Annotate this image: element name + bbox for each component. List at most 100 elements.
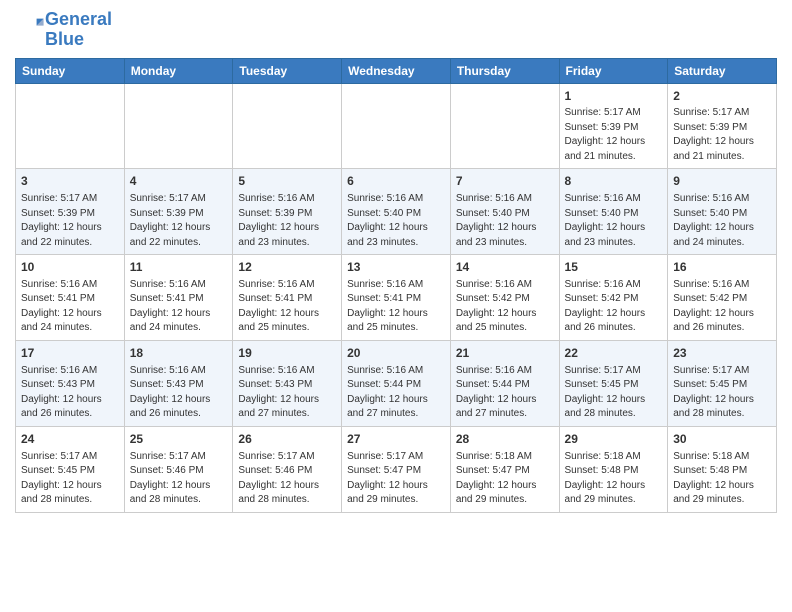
calendar-cell: 1Sunrise: 5:17 AM Sunset: 5:39 PM Daylig… [559, 83, 668, 169]
calendar-cell: 12 Sunrise: 5:16 AM Sunset: 5:41 PM Dayli… [233, 255, 342, 341]
calendar-cell [450, 83, 559, 169]
day-number: 3 [21, 173, 119, 190]
day-number: 27 [347, 431, 445, 448]
day-number: 22 [565, 345, 663, 362]
day-number: 10 [21, 259, 119, 276]
day-info: Sunrise: 5:17 AM Sunset: 5:45 PM Dayligh… [673, 364, 771, 422]
calendar-cell [233, 83, 342, 169]
calendar-cell: 24 Sunrise: 5:17 AM Sunset: 5:45 PM Dayli… [16, 426, 125, 512]
day-number: 14 [456, 259, 554, 276]
day-number: 9 [673, 173, 771, 190]
calendar-cell: 2Sunrise: 5:17 AM Sunset: 5:39 PM Daylig… [668, 83, 777, 169]
day-number: 13 [347, 259, 445, 276]
day-info: Sunrise: 5:16 AM Sunset: 5:40 PM Dayligh… [347, 192, 445, 250]
calendar-cell: 9Sunrise: 5:16 AM Sunset: 5:40 PM Daylig… [668, 169, 777, 255]
day-info: Sunrise: 5:16 AM Sunset: 5:41 PM Dayligh… [238, 278, 336, 336]
calendar-cell: 29 Sunrise: 5:18 AM Sunset: 5:48 PM Dayli… [559, 426, 668, 512]
day-info: Sunrise: 5:16 AM Sunset: 5:41 PM Dayligh… [130, 278, 228, 336]
day-info: Sunrise: 5:17 AM Sunset: 5:39 PM Dayligh… [130, 192, 228, 250]
calendar-cell: 17 Sunrise: 5:16 AM Sunset: 5:43 PM Dayli… [16, 340, 125, 426]
weekday-header-sunday: Sunday [16, 58, 125, 83]
day-info: Sunrise: 5:18 AM Sunset: 5:48 PM Dayligh… [673, 450, 771, 508]
day-number: 20 [347, 345, 445, 362]
weekday-header-thursday: Thursday [450, 58, 559, 83]
day-info: Sunrise: 5:16 AM Sunset: 5:41 PM Dayligh… [347, 278, 445, 336]
logo-text: General Blue [45, 10, 112, 50]
day-info: Sunrise: 5:18 AM Sunset: 5:48 PM Dayligh… [565, 450, 663, 508]
calendar-cell: 22 Sunrise: 5:17 AM Sunset: 5:45 PM Dayli… [559, 340, 668, 426]
calendar-cell: 3 Sunrise: 5:17 AM Sunset: 5:39 PM Daylig… [16, 169, 125, 255]
calendar-cell: 7Sunrise: 5:16 AM Sunset: 5:40 PM Daylig… [450, 169, 559, 255]
weekday-header-monday: Monday [124, 58, 233, 83]
calendar-cell: 30 Sunrise: 5:18 AM Sunset: 5:48 PM Dayli… [668, 426, 777, 512]
day-info: Sunrise: 5:16 AM Sunset: 5:39 PM Dayligh… [238, 192, 336, 250]
day-number: 4 [130, 173, 228, 190]
calendar-cell: 15 Sunrise: 5:16 AM Sunset: 5:42 PM Dayli… [559, 255, 668, 341]
calendar-cell: 5Sunrise: 5:16 AM Sunset: 5:39 PM Daylig… [233, 169, 342, 255]
day-number: 19 [238, 345, 336, 362]
day-number: 30 [673, 431, 771, 448]
day-number: 11 [130, 259, 228, 276]
calendar-cell: 14 Sunrise: 5:16 AM Sunset: 5:42 PM Dayli… [450, 255, 559, 341]
calendar-header: SundayMondayTuesdayWednesdayThursdayFrid… [16, 58, 777, 83]
day-info: Sunrise: 5:17 AM Sunset: 5:46 PM Dayligh… [130, 450, 228, 508]
calendar-week-4: 24 Sunrise: 5:17 AM Sunset: 5:45 PM Dayli… [16, 426, 777, 512]
calendar-cell [342, 83, 451, 169]
day-info: Sunrise: 5:16 AM Sunset: 5:44 PM Dayligh… [456, 364, 554, 422]
logo: General Blue [15, 10, 112, 50]
day-info: Sunrise: 5:17 AM Sunset: 5:45 PM Dayligh… [565, 364, 663, 422]
calendar-week-1: 3 Sunrise: 5:17 AM Sunset: 5:39 PM Daylig… [16, 169, 777, 255]
weekday-header-friday: Friday [559, 58, 668, 83]
day-number: 28 [456, 431, 554, 448]
calendar-cell: 20 Sunrise: 5:16 AM Sunset: 5:44 PM Dayli… [342, 340, 451, 426]
day-info: Sunrise: 5:17 AM Sunset: 5:46 PM Dayligh… [238, 450, 336, 508]
day-number: 15 [565, 259, 663, 276]
day-info: Sunrise: 5:17 AM Sunset: 5:47 PM Dayligh… [347, 450, 445, 508]
day-info: Sunrise: 5:17 AM Sunset: 5:45 PM Dayligh… [21, 450, 119, 508]
logo-icon [17, 13, 45, 41]
day-number: 21 [456, 345, 554, 362]
calendar-week-2: 10 Sunrise: 5:16 AM Sunset: 5:41 PM Dayli… [16, 255, 777, 341]
calendar-cell: 11 Sunrise: 5:16 AM Sunset: 5:41 PM Dayli… [124, 255, 233, 341]
day-number: 16 [673, 259, 771, 276]
day-info: Sunrise: 5:16 AM Sunset: 5:41 PM Dayligh… [21, 278, 119, 336]
day-number: 25 [130, 431, 228, 448]
day-number: 2 [673, 88, 771, 105]
day-number: 6 [347, 173, 445, 190]
day-number: 29 [565, 431, 663, 448]
day-number: 8 [565, 173, 663, 190]
day-number: 26 [238, 431, 336, 448]
day-info: Sunrise: 5:16 AM Sunset: 5:43 PM Dayligh… [21, 364, 119, 422]
weekday-header-saturday: Saturday [668, 58, 777, 83]
day-number: 18 [130, 345, 228, 362]
calendar-cell: 4 Sunrise: 5:17 AM Sunset: 5:39 PM Daylig… [124, 169, 233, 255]
day-number: 24 [21, 431, 119, 448]
calendar-cell [124, 83, 233, 169]
day-info: Sunrise: 5:17 AM Sunset: 5:39 PM Dayligh… [565, 106, 663, 164]
calendar-cell: 6 Sunrise: 5:16 AM Sunset: 5:40 PM Daylig… [342, 169, 451, 255]
day-info: Sunrise: 5:17 AM Sunset: 5:39 PM Dayligh… [673, 106, 771, 164]
day-number: 17 [21, 345, 119, 362]
day-number: 12 [238, 259, 336, 276]
day-info: Sunrise: 5:17 AM Sunset: 5:39 PM Dayligh… [21, 192, 119, 250]
day-info: Sunrise: 5:16 AM Sunset: 5:42 PM Dayligh… [456, 278, 554, 336]
day-number: 7 [456, 173, 554, 190]
calendar-cell: 26 Sunrise: 5:17 AM Sunset: 5:46 PM Dayli… [233, 426, 342, 512]
calendar-table: SundayMondayTuesdayWednesdayThursdayFrid… [15, 58, 777, 513]
weekday-header-wednesday: Wednesday [342, 58, 451, 83]
calendar-week-0: 1Sunrise: 5:17 AM Sunset: 5:39 PM Daylig… [16, 83, 777, 169]
day-info: Sunrise: 5:16 AM Sunset: 5:44 PM Dayligh… [347, 364, 445, 422]
day-number: 23 [673, 345, 771, 362]
day-info: Sunrise: 5:18 AM Sunset: 5:47 PM Dayligh… [456, 450, 554, 508]
page: General Blue SundayMondayTuesdayWednesda… [0, 0, 792, 612]
calendar-cell [16, 83, 125, 169]
calendar-cell: 16Sunrise: 5:16 AM Sunset: 5:42 PM Dayli… [668, 255, 777, 341]
calendar-cell: 25 Sunrise: 5:17 AM Sunset: 5:46 PM Dayli… [124, 426, 233, 512]
day-info: Sunrise: 5:16 AM Sunset: 5:42 PM Dayligh… [565, 278, 663, 336]
header: General Blue [15, 10, 777, 50]
calendar-cell: 18Sunrise: 5:16 AM Sunset: 5:43 PM Dayli… [124, 340, 233, 426]
calendar-cell: 23 Sunrise: 5:17 AM Sunset: 5:45 PM Dayli… [668, 340, 777, 426]
day-info: Sunrise: 5:16 AM Sunset: 5:40 PM Dayligh… [565, 192, 663, 250]
day-number: 1 [565, 88, 663, 105]
calendar-cell: 27 Sunrise: 5:17 AM Sunset: 5:47 PM Dayli… [342, 426, 451, 512]
